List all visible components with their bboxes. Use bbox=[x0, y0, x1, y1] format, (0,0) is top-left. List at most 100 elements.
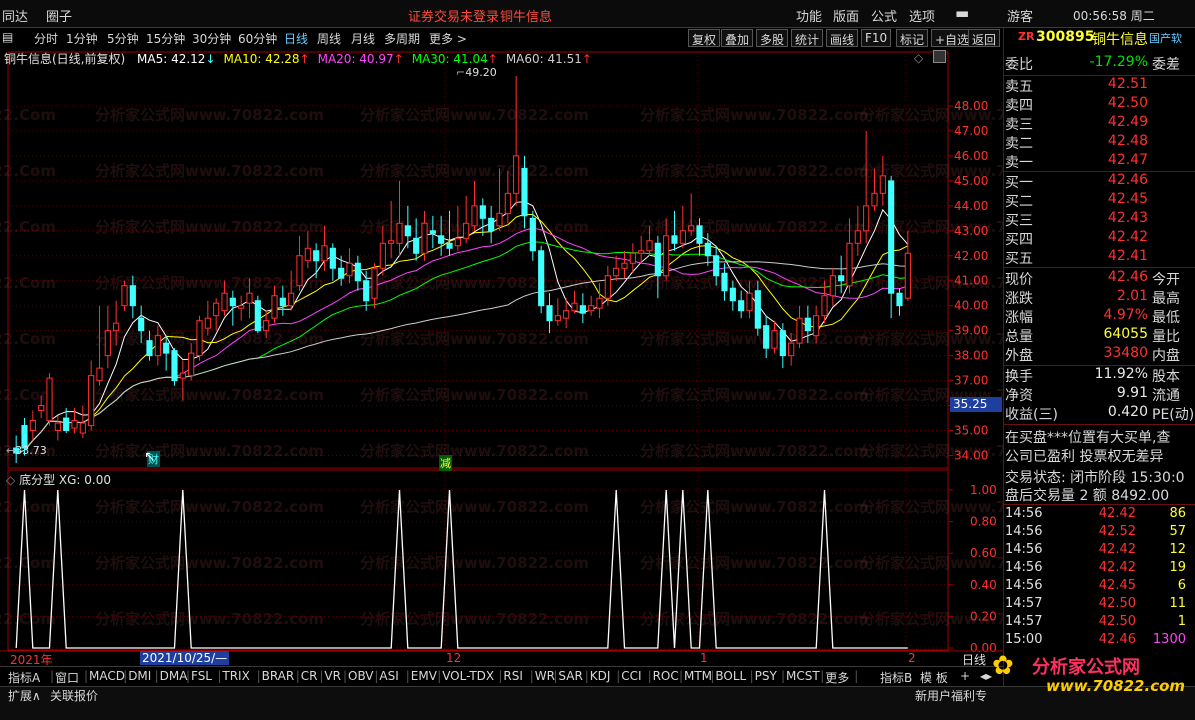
candle[interactable] bbox=[529, 210, 536, 261]
period-tab-60min[interactable]: 60分钟 bbox=[238, 30, 277, 47]
candle[interactable] bbox=[613, 255, 620, 281]
candle[interactable] bbox=[346, 248, 353, 284]
menu-item-tongda[interactable]: 同达 bbox=[2, 6, 28, 25]
sector-tag[interactable]: 国产软 bbox=[1149, 30, 1182, 46]
candle[interactable] bbox=[88, 360, 95, 431]
candle[interactable] bbox=[546, 293, 553, 334]
indicator-tab-6[interactable]: TRIX bbox=[222, 669, 249, 683]
stats-button[interactable]: 统计 bbox=[791, 29, 824, 47]
template-tab[interactable]: 模 板 bbox=[920, 669, 948, 686]
stat2-row-1[interactable]: 净资 9.91 流通 bbox=[1004, 385, 1195, 404]
candle[interactable] bbox=[238, 295, 245, 321]
candle[interactable] bbox=[196, 315, 203, 361]
candle[interactable] bbox=[638, 235, 645, 264]
period-tab-1min[interactable]: 1分钟 bbox=[66, 30, 98, 47]
candle[interactable] bbox=[738, 290, 745, 319]
candle[interactable] bbox=[213, 298, 220, 331]
back-button[interactable]: 返回 bbox=[968, 29, 1001, 47]
note-row-2[interactable]: 公司已盈利 投票权无差异 bbox=[1004, 446, 1195, 465]
indicator-tab-4[interactable]: DMA bbox=[160, 669, 188, 683]
expand-button[interactable]: 扩展∧ bbox=[8, 687, 41, 704]
indicator-tab-24[interactable]: 更多 bbox=[825, 669, 849, 686]
indicator-tab-18[interactable]: CCI bbox=[621, 669, 641, 683]
candle[interactable] bbox=[471, 180, 478, 231]
candle[interactable] bbox=[604, 265, 611, 306]
guest-label[interactable]: 游客 bbox=[1007, 6, 1033, 25]
candle[interactable] bbox=[538, 245, 545, 314]
stat2-row-0[interactable]: 换手 11.92% 股本 bbox=[1004, 366, 1195, 385]
candle[interactable] bbox=[488, 205, 495, 244]
indicator-tab-14[interactable]: RSI bbox=[503, 669, 523, 683]
indicator-tab-16[interactable]: SAR bbox=[558, 669, 582, 683]
candle[interactable] bbox=[304, 230, 311, 269]
overlay-button[interactable]: 叠加 bbox=[721, 29, 754, 47]
tick-row[interactable]: 14:56 42.45 6 bbox=[1004, 578, 1195, 596]
candle[interactable] bbox=[188, 343, 195, 381]
stat2-row-2[interactable]: 收益(三) 0.420 PE(动) bbox=[1004, 404, 1195, 423]
candle[interactable] bbox=[629, 243, 636, 274]
candle[interactable] bbox=[296, 235, 303, 291]
candle[interactable] bbox=[796, 305, 803, 349]
candle[interactable] bbox=[763, 315, 770, 359]
adjust-button[interactable]: 复权 bbox=[688, 29, 721, 47]
ask-row-3[interactable]: 卖三 42.49 bbox=[1004, 114, 1195, 133]
period-tab-15min[interactable]: 15分钟 bbox=[146, 30, 185, 47]
candle[interactable] bbox=[688, 193, 695, 236]
bid-row-4[interactable]: 买四 42.42 bbox=[1004, 229, 1195, 248]
tab-scroll-icon[interactable]: ◂▸ bbox=[980, 669, 992, 683]
indicator-tab-13[interactable]: VOL-TDX bbox=[442, 669, 494, 683]
menu-item-circle[interactable]: 圈子 bbox=[46, 6, 72, 25]
candle[interactable] bbox=[896, 288, 903, 316]
ask-row-1[interactable]: 卖一 42.47 bbox=[1004, 152, 1195, 171]
candle[interactable] bbox=[904, 230, 911, 301]
menu-item-layout[interactable]: 版面 bbox=[833, 6, 859, 25]
candle[interactable] bbox=[371, 263, 378, 309]
candle[interactable] bbox=[554, 298, 561, 326]
stat-row-1[interactable]: 涨跌 2.01 最高 bbox=[1004, 288, 1195, 307]
indicator-tab-2[interactable]: MACD bbox=[89, 669, 125, 683]
related-quote-button[interactable]: 关联报价 bbox=[50, 687, 98, 704]
candle[interactable] bbox=[46, 373, 53, 426]
tick-row[interactable]: 14:56 42.52 57 bbox=[1004, 524, 1195, 542]
indicator-tab-8[interactable]: CR bbox=[301, 669, 318, 683]
mark-button[interactable]: 标记 bbox=[896, 29, 929, 47]
event-marker-reduce[interactable]: 减 bbox=[439, 455, 452, 471]
candle[interactable] bbox=[596, 283, 603, 319]
indicator-tab-17[interactable]: KDJ bbox=[590, 669, 611, 683]
period-tab-multi[interactable]: 多周期 bbox=[384, 30, 420, 47]
indicator-tab-15[interactable]: WR bbox=[535, 669, 555, 683]
indicator-tab-3[interactable]: DMI bbox=[128, 669, 151, 683]
indicator-tab-12[interactable]: EMV bbox=[411, 669, 437, 683]
multi-stock-button[interactable]: 多股 bbox=[756, 29, 789, 47]
indicator-tab-22[interactable]: PSY bbox=[755, 669, 777, 683]
candle[interactable] bbox=[54, 415, 61, 441]
chart-area[interactable]: 822.Com 分析家公式网www.70822.com 分析家公式网www.7082… bbox=[0, 48, 1089, 655]
indicator-tab-0[interactable]: 指标A bbox=[8, 669, 40, 686]
candle[interactable] bbox=[771, 320, 778, 354]
candle[interactable] bbox=[854, 205, 861, 256]
ask-row-2[interactable]: 卖二 42.48 bbox=[1004, 133, 1195, 152]
indicator-tab-21[interactable]: BOLL bbox=[715, 669, 746, 683]
bid-row-1[interactable]: 买一 42.46 bbox=[1004, 172, 1195, 191]
candle[interactable] bbox=[704, 233, 711, 266]
candle[interactable] bbox=[571, 290, 578, 314]
tick-row[interactable]: 14:57 42.50 11 bbox=[1004, 596, 1195, 614]
ask-row-4[interactable]: 卖四 42.50 bbox=[1004, 95, 1195, 114]
candle[interactable] bbox=[588, 295, 595, 316]
period-tab-more[interactable]: 更多 > bbox=[429, 30, 467, 47]
indicator-tab-11[interactable]: ASI bbox=[379, 669, 398, 683]
menu-item-options[interactable]: 选项 bbox=[909, 6, 935, 25]
f10-button[interactable]: F10 bbox=[861, 29, 892, 47]
kline-chart-svg[interactable]: 822.Com 分析家公式网www.70822.com 分析家公式网www.7082… bbox=[0, 48, 1089, 666]
minimize-icon[interactable]: ▬ bbox=[955, 4, 969, 22]
candle[interactable] bbox=[513, 75, 520, 206]
tab-add-icon[interactable]: + bbox=[960, 669, 970, 683]
note-row-1[interactable]: 在买盘***位置有大买单,查 bbox=[1004, 427, 1195, 446]
indicator-tab-7[interactable]: BRAR bbox=[262, 669, 295, 683]
menu-item-formula[interactable]: 公式 bbox=[871, 6, 897, 25]
candle[interactable] bbox=[721, 263, 728, 301]
indicator-tab-1[interactable]: 窗口 bbox=[55, 669, 79, 686]
tick-row[interactable]: 15:00 42.46 1300 bbox=[1004, 632, 1195, 650]
indicator-tab-23[interactable]: MCST bbox=[786, 669, 820, 683]
candle[interactable] bbox=[313, 243, 320, 279]
